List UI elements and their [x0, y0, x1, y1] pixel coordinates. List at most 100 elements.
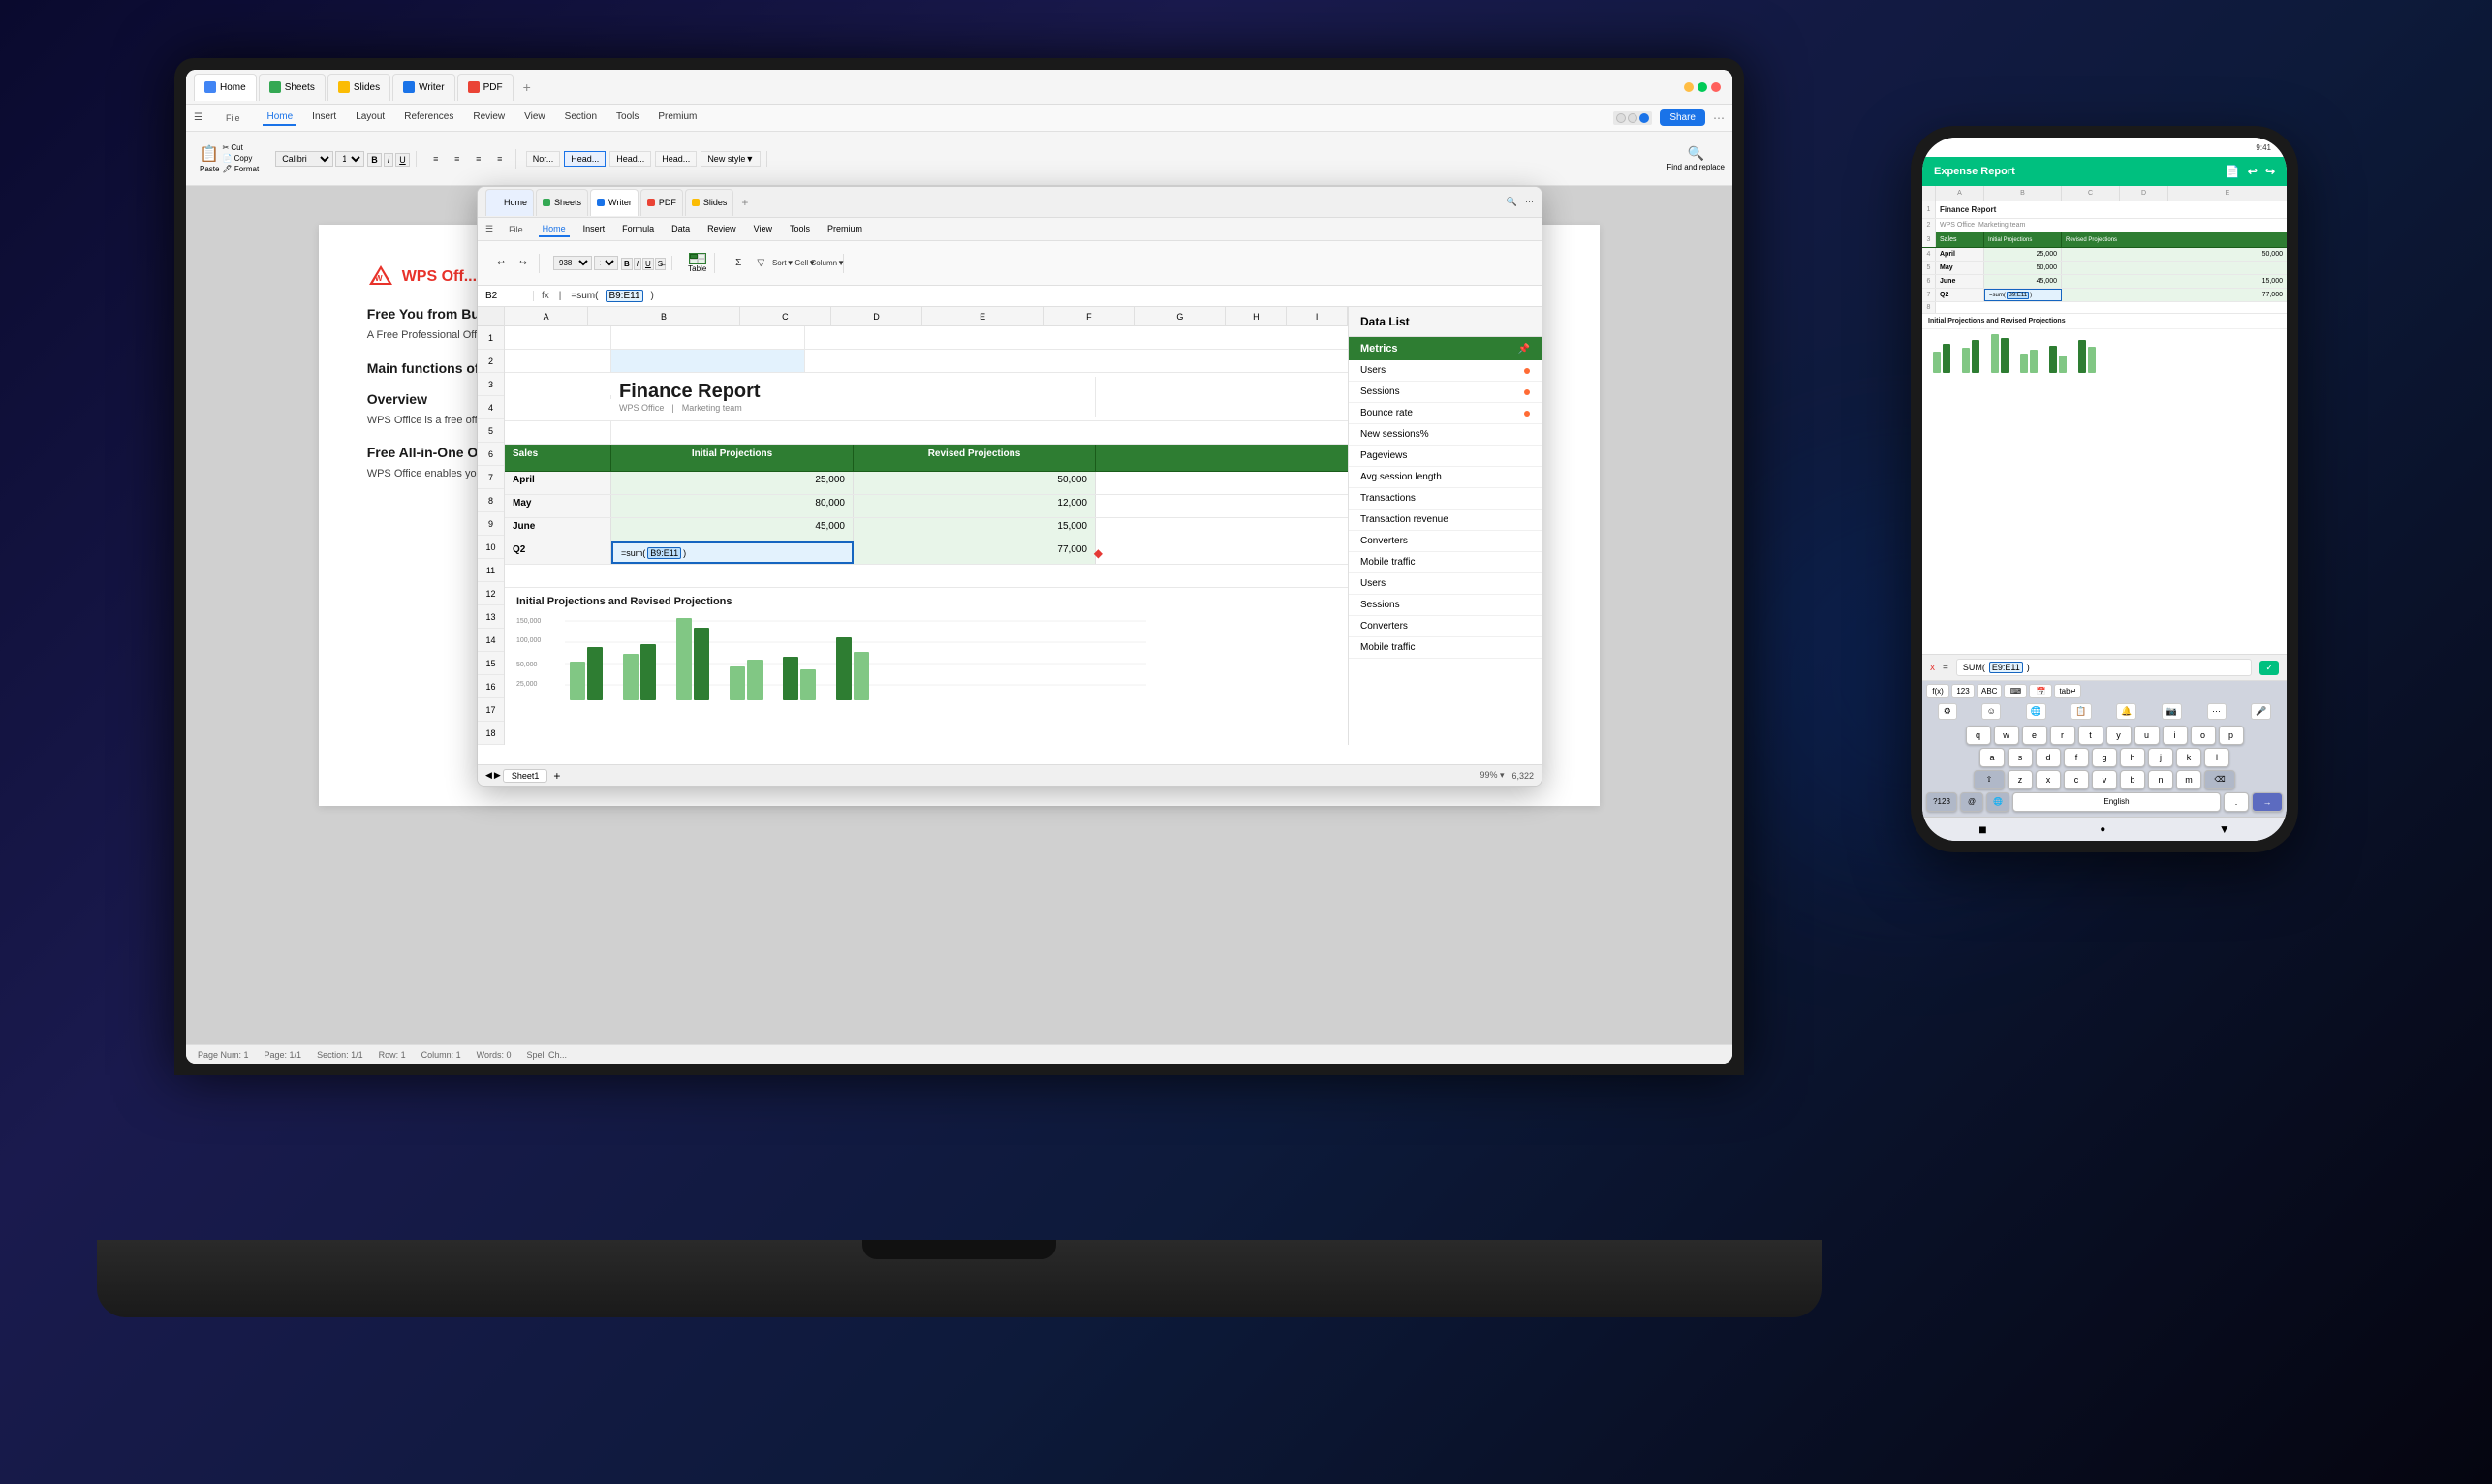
cell-q2-rest[interactable] — [1096, 541, 1348, 564]
special-mic[interactable]: 🎤 — [2251, 703, 2271, 720]
key-num-toggle[interactable]: ?123 — [1926, 792, 1957, 812]
sheets-tab-writer[interactable]: Writer — [590, 189, 639, 216]
underline-button[interactable]: U — [395, 153, 410, 167]
phone-nav-recent[interactable]: ▼ — [2219, 822, 2230, 836]
special-more[interactable]: ··· — [2207, 703, 2227, 720]
sheets-more-icon[interactable]: ⋯ — [1525, 197, 1534, 207]
sheets-tab-sheets[interactable]: Sheets — [536, 189, 588, 216]
key-backspace[interactable]: ⌫ — [2204, 770, 2235, 789]
copy-button[interactable]: 📄 Copy — [222, 154, 259, 163]
special-globe[interactable]: 🌐 — [2026, 703, 2046, 720]
justify-button[interactable]: ≡ — [490, 149, 510, 169]
normal-style[interactable]: Nor... — [526, 151, 561, 167]
phone-may-initial[interactable]: 50,000 — [1984, 262, 2062, 274]
menu-view[interactable]: View — [520, 109, 549, 126]
tab-sheets[interactable]: Sheets — [259, 74, 326, 101]
key-t[interactable]: t — [2078, 726, 2103, 745]
sheets-new-tab[interactable]: + — [735, 196, 754, 209]
phone-may-revised[interactable] — [2062, 262, 2287, 274]
cell-a2[interactable] — [505, 350, 611, 372]
menu-layout[interactable]: Layout — [352, 109, 389, 126]
phone-may[interactable]: May — [1936, 262, 1984, 274]
heading3-style[interactable]: Head... — [655, 151, 697, 167]
key-r[interactable]: r — [2050, 726, 2075, 745]
cell-may-initial[interactable]: 80,000 — [611, 495, 854, 517]
add-sheet-button[interactable]: + — [553, 769, 560, 783]
nav-next-sheet[interactable]: ▶ — [494, 770, 501, 781]
menu-references[interactable]: References — [400, 109, 457, 126]
cell-b2[interactable] — [611, 350, 805, 372]
key-shift[interactable]: ⇧ — [1974, 770, 2005, 789]
phone-nav-home[interactable]: ● — [2100, 824, 2105, 835]
phone-q2-formula[interactable]: =sum( B9:E11 ) — [1984, 289, 2062, 301]
tab-home[interactable]: Home — [194, 74, 257, 101]
align-center-button[interactable]: ≡ — [448, 149, 467, 169]
align-left-button[interactable]: ≡ — [426, 149, 446, 169]
sheet1-tab[interactable]: Sheet1 — [503, 769, 548, 783]
phone-formula-x[interactable]: x — [1930, 663, 1935, 673]
font-select[interactable]: Calibri — [275, 151, 333, 167]
key-c[interactable]: c — [2064, 770, 2089, 789]
menu-file[interactable]: File — [222, 113, 244, 123]
menu-home[interactable]: Home — [263, 109, 296, 126]
format-button[interactable]: 🖊 Format — [222, 165, 259, 173]
menu-review[interactable]: Review — [469, 109, 509, 126]
key-o[interactable]: o — [2191, 726, 2216, 745]
key-enter[interactable]: → — [2252, 792, 2283, 812]
sheets-file-menu[interactable]: File — [509, 225, 523, 234]
phone-june-initial[interactable]: 45,000 — [1984, 275, 2062, 288]
cell-june-initial[interactable]: 45,000 — [611, 518, 854, 541]
key-globe[interactable]: 🌐 — [1986, 792, 2009, 812]
key-n[interactable]: n — [2148, 770, 2173, 789]
cell-b1[interactable] — [611, 326, 805, 349]
more-options-icon[interactable]: ⋯ — [1713, 111, 1725, 125]
paste-button[interactable]: 📋 Paste — [200, 144, 219, 173]
phone-note-icon[interactable]: 📄 — [2226, 165, 2240, 178]
hamburger-icon[interactable]: ☰ — [194, 112, 202, 123]
new-tab-button[interactable]: + — [523, 79, 531, 95]
cell-june-label[interactable]: June — [505, 518, 611, 541]
cell-june-revised[interactable]: 15,000 — [854, 518, 1096, 541]
font-size-select[interactable]: 12 — [335, 151, 364, 167]
key-at[interactable]: @ — [1960, 792, 1983, 812]
special-camera[interactable]: 📷 — [2162, 703, 2182, 720]
cell-a1[interactable] — [505, 326, 611, 349]
sheets-menu-data[interactable]: Data — [668, 222, 694, 237]
sheets-strikethrough[interactable]: S̶ — [655, 258, 666, 270]
sheets-underline[interactable]: U — [642, 258, 654, 270]
cell-c2-rest[interactable] — [805, 350, 1348, 372]
key-space[interactable]: English — [2012, 792, 2221, 812]
phone-april-initial[interactable]: 25,000 — [1984, 248, 2062, 261]
key-x[interactable]: x — [2036, 770, 2061, 789]
key-f[interactable]: f — [2064, 748, 2089, 767]
sheets-tab-home[interactable]: Home — [485, 189, 534, 216]
key-l[interactable]: l — [2204, 748, 2229, 767]
tab-writer[interactable]: Writer — [392, 74, 454, 101]
cell-q2-formula[interactable]: =sum( B9:E11 ) — [611, 541, 854, 564]
header-sales[interactable]: Sales — [505, 445, 611, 471]
fn-tab[interactable]: tab↵ — [2054, 684, 2081, 698]
phone-formula-input[interactable]: SUM( E9:E11 ) — [1956, 659, 2253, 676]
key-p[interactable]: p — [2219, 726, 2244, 745]
menu-insert[interactable]: Insert — [308, 109, 340, 126]
cell-q2-label[interactable]: Q2 — [505, 541, 611, 564]
phone-cell-title[interactable]: Finance Report — [1936, 203, 2287, 216]
cell-rest-4[interactable] — [611, 421, 1348, 444]
cell-april-initial[interactable]: 25,000 — [611, 472, 854, 494]
phone-april-revised[interactable]: 50,000 — [2062, 248, 2287, 261]
tab-pdf[interactable]: PDF — [457, 74, 514, 101]
fn-fx[interactable]: f(x) — [1926, 684, 1949, 698]
cell-may-rest[interactable] — [1096, 495, 1348, 517]
sheets-italic[interactable]: I — [634, 258, 641, 270]
phone-undo-icon[interactable]: ↩ — [2248, 165, 2258, 178]
key-q[interactable]: q — [1966, 726, 1991, 745]
fn-abc[interactable]: ABC — [1977, 684, 2002, 698]
cell-a3[interactable] — [505, 395, 611, 399]
sheets-bold[interactable]: B — [621, 258, 633, 270]
sheets-font-size[interactable]: 11 — [594, 256, 618, 270]
sheets-tab-slides[interactable]: Slides — [685, 189, 734, 216]
key-i[interactable]: i — [2163, 726, 2188, 745]
sheets-menu-formula[interactable]: Formula — [618, 222, 658, 237]
align-right-button[interactable]: ≡ — [469, 149, 488, 169]
key-v[interactable]: v — [2092, 770, 2117, 789]
